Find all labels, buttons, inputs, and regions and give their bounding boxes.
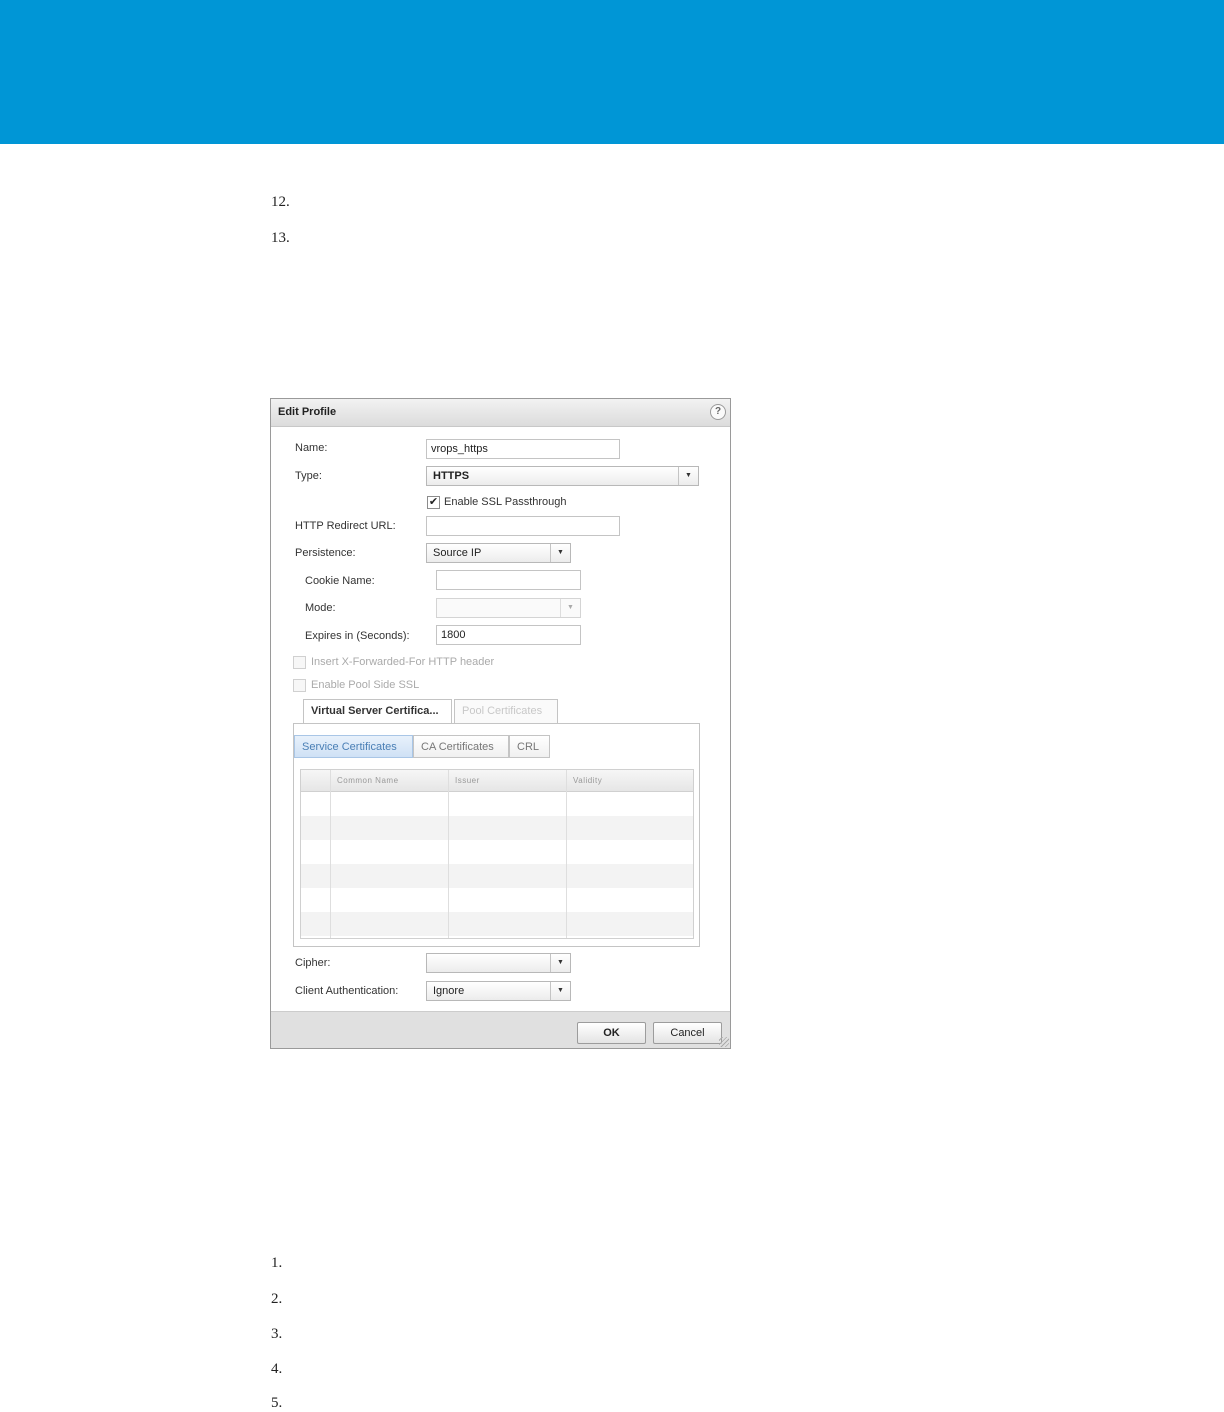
persistence-select-value: Source IP xyxy=(433,547,482,559)
step-number: 2. xyxy=(271,1291,283,1307)
dialog-footer: OK Cancel xyxy=(271,1011,730,1048)
name-input[interactable]: vrops_https xyxy=(426,439,620,459)
pool-ssl-checkbox[interactable] xyxy=(293,679,306,692)
column-header-issuer[interactable]: Issuer xyxy=(455,776,480,785)
pool-ssl-label: Enable Pool Side SSL xyxy=(311,679,420,691)
type-select[interactable]: HTTPS ▼ xyxy=(426,466,699,486)
subtab-service-certificates[interactable]: Service Certificates xyxy=(294,735,413,758)
chevron-down-icon[interactable]: ▼ xyxy=(550,544,570,562)
ssl-passthrough-checkbox[interactable]: ✔ xyxy=(427,496,440,509)
header-band xyxy=(0,0,1224,144)
name-label: Name: xyxy=(295,442,328,454)
table-row[interactable] xyxy=(301,912,693,936)
step-number: 4. xyxy=(271,1361,283,1377)
ok-button[interactable]: OK xyxy=(577,1022,646,1044)
step-number: 5. xyxy=(271,1395,283,1411)
cipher-label: Cipher: xyxy=(295,957,331,969)
checkmark-icon: ✔ xyxy=(428,496,439,508)
table-row[interactable] xyxy=(301,888,693,912)
xff-label: Insert X-Forwarded-For HTTP header xyxy=(311,656,495,668)
subtab-ca-certificates[interactable]: CA Certificates xyxy=(413,735,509,758)
ssl-passthrough-label: Enable SSL Passthrough xyxy=(444,496,567,508)
certificates-panel: Service Certificates CA Certificates CRL… xyxy=(293,723,700,947)
type-label: Type: xyxy=(295,470,322,482)
step-number: 1. xyxy=(271,1255,283,1271)
column-divider xyxy=(448,770,449,938)
expires-input[interactable]: 1800 xyxy=(436,625,581,645)
xff-checkbox[interactable] xyxy=(293,656,306,669)
table-row[interactable] xyxy=(301,864,693,888)
edit-profile-dialog: Edit Profile ? Name: vrops_https Type: H… xyxy=(270,398,731,1049)
chevron-down-icon[interactable]: ▼ xyxy=(560,599,580,617)
step-number: 13. xyxy=(271,230,290,246)
dialog-title: Edit Profile xyxy=(278,406,337,418)
chevron-down-icon[interactable]: ▼ xyxy=(550,982,570,1000)
type-select-value: HTTPS xyxy=(433,470,470,482)
client-auth-select-value: Ignore xyxy=(433,985,465,997)
client-auth-label: Client Authentication: xyxy=(295,985,399,997)
persistence-select[interactable]: Source IP ▼ xyxy=(426,543,571,563)
column-header-validity[interactable]: Validity xyxy=(573,776,602,785)
step-number: 3. xyxy=(271,1326,283,1342)
column-divider xyxy=(566,770,567,938)
cipher-select[interactable]: ▼ xyxy=(426,953,571,973)
redirect-url-label: HTTP Redirect URL: xyxy=(295,520,396,532)
cancel-button[interactable]: Cancel xyxy=(653,1022,722,1044)
redirect-url-input[interactable] xyxy=(426,516,620,536)
table-row[interactable] xyxy=(301,792,693,816)
certificates-table: Common Name Issuer Validity xyxy=(300,769,694,939)
cookie-name-label: Cookie Name: xyxy=(305,575,375,587)
tab-pool-certificates[interactable]: Pool Certificates xyxy=(454,699,558,723)
expires-label: Expires in (Seconds): xyxy=(305,630,410,642)
step-number: 12. xyxy=(271,194,290,210)
column-divider xyxy=(330,770,331,938)
chevron-down-icon[interactable]: ▼ xyxy=(678,467,698,485)
mode-select[interactable]: ▼ xyxy=(436,598,581,618)
client-auth-select[interactable]: Ignore ▼ xyxy=(426,981,571,1001)
tab-virtual-server-certificates[interactable]: Virtual Server Certifica... xyxy=(303,699,452,723)
resize-handle[interactable] xyxy=(719,1037,729,1047)
table-row[interactable] xyxy=(301,816,693,840)
help-icon[interactable]: ? xyxy=(710,404,726,420)
mode-label: Mode: xyxy=(305,602,336,614)
table-row[interactable] xyxy=(301,840,693,864)
table-header: Common Name Issuer Validity xyxy=(301,770,693,792)
cookie-name-input[interactable] xyxy=(436,570,581,590)
persistence-label: Persistence: xyxy=(295,547,356,559)
dialog-header: Edit Profile ? xyxy=(271,399,730,427)
chevron-down-icon[interactable]: ▼ xyxy=(550,954,570,972)
subtab-crl[interactable]: CRL xyxy=(509,735,550,758)
column-header-common-name[interactable]: Common Name xyxy=(337,776,399,785)
